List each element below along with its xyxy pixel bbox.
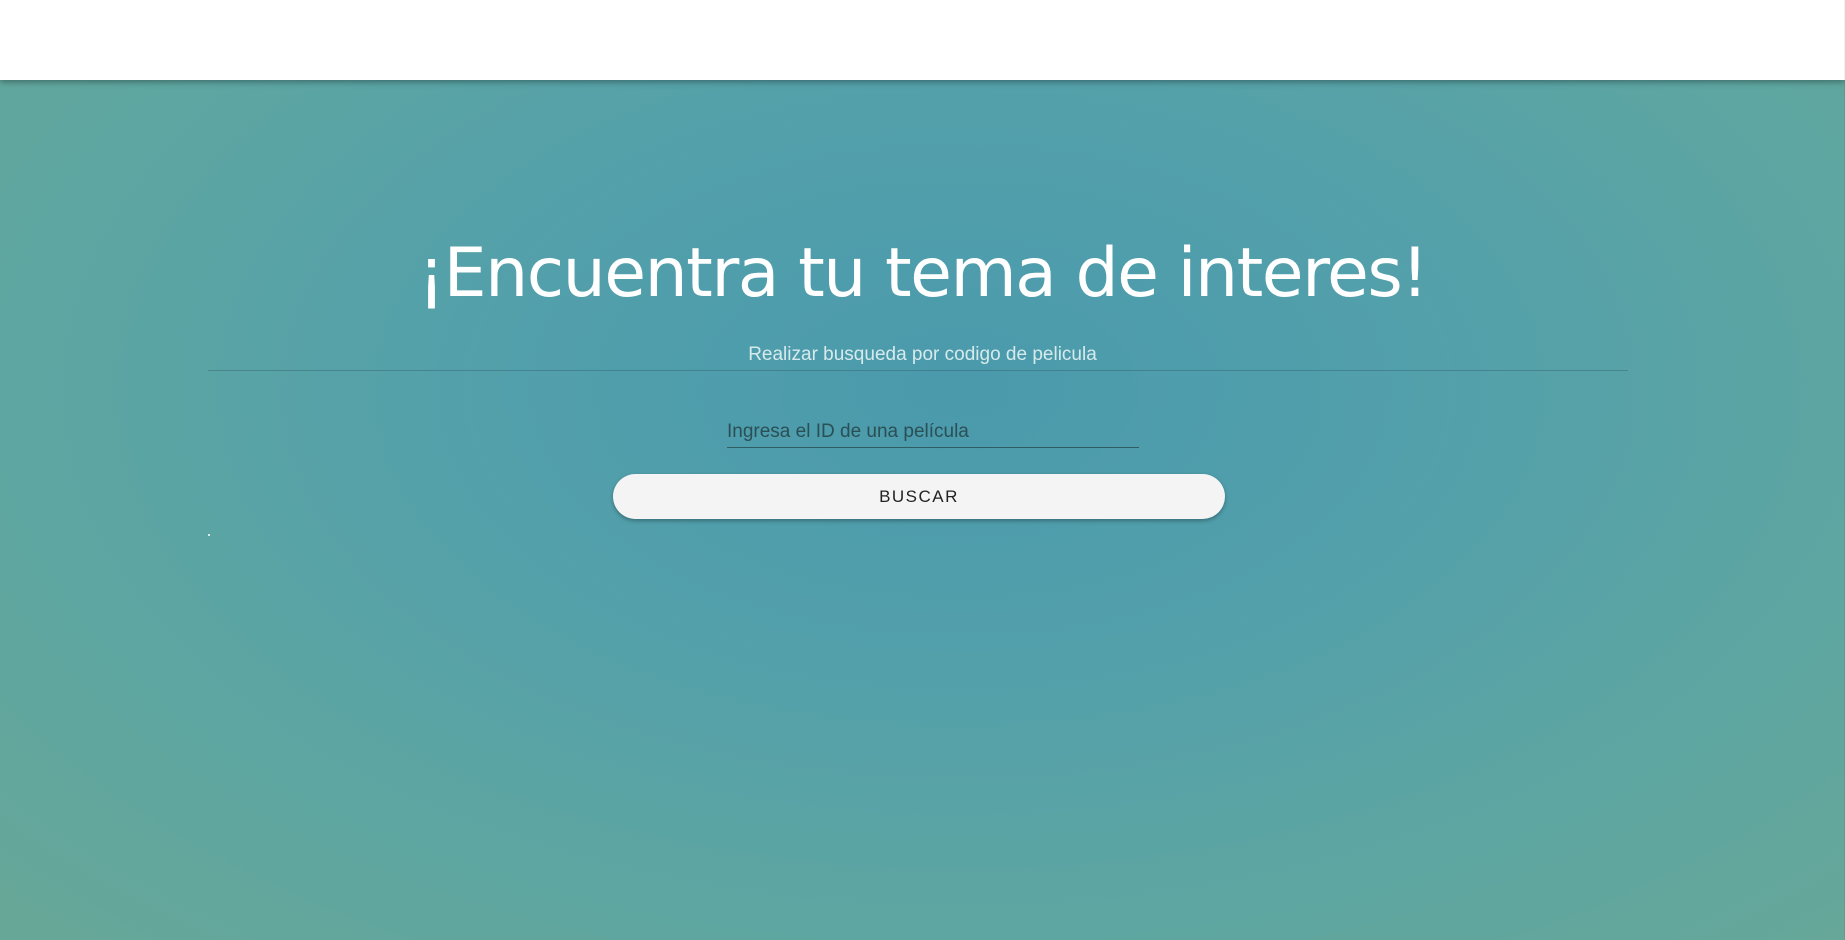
decorative-dot	[208, 534, 210, 536]
section-divider	[208, 370, 1628, 371]
page-title: ¡Encuentra tu tema de interes!	[417, 234, 1429, 313]
movie-id-input[interactable]	[727, 416, 1139, 448]
top-navbar	[0, 0, 1845, 80]
search-button[interactable]: BUSCAR	[613, 474, 1225, 519]
page-subtitle: Realizar busqueda por codigo de pelicula	[748, 344, 1097, 365]
